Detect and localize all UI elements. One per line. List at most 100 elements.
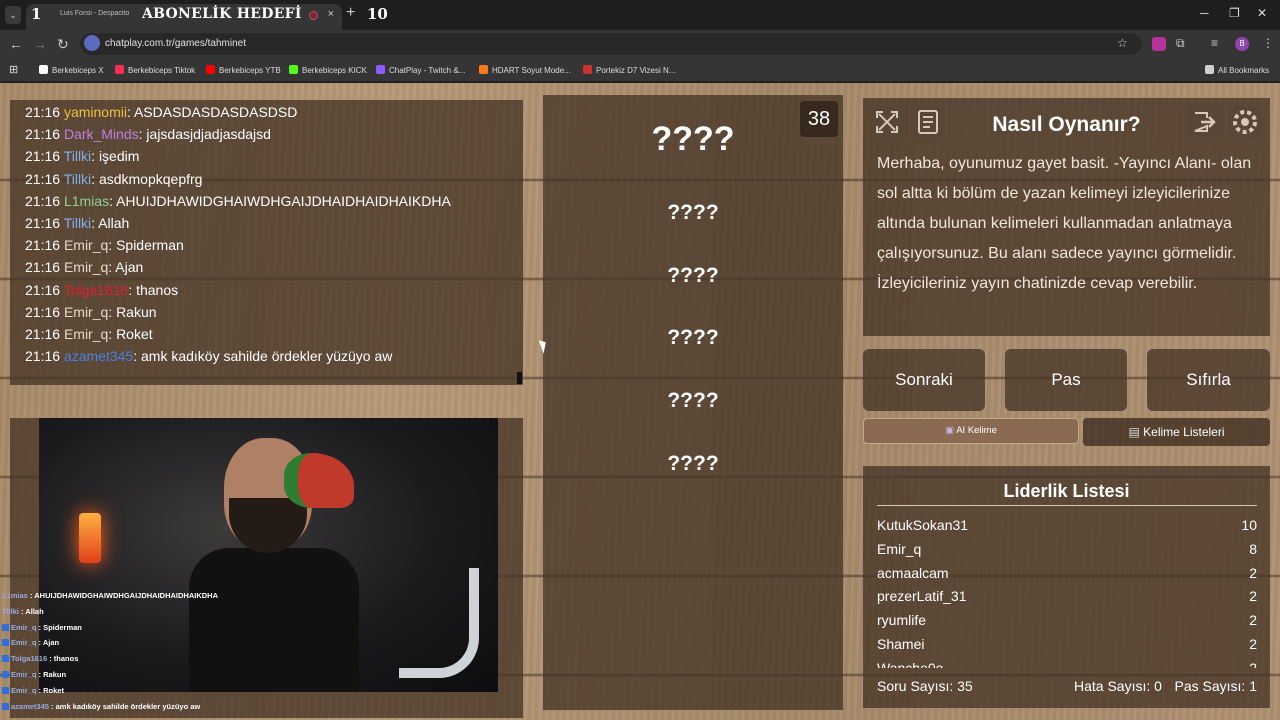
forward-icon[interactable]: →	[33, 36, 47, 52]
player-score: 2	[1249, 659, 1257, 668]
maximize-icon[interactable]: ❐	[1229, 6, 1240, 20]
overlay-chat-user: Tolga1616	[11, 654, 48, 664]
address-bar: ← → ↻ chatplay.com.tr/games/tahminet ☆ ⧉…	[0, 30, 1280, 58]
player-score: 10	[1241, 517, 1257, 533]
player-score: 2	[1249, 588, 1257, 605]
streamer-beard	[229, 498, 307, 553]
bookmark-label: ChatPlay - Twitch &...	[389, 66, 466, 75]
bookmark-item[interactable]: Portekiz D7 Vizesi N...	[583, 65, 675, 75]
bookmark-favicon	[479, 65, 488, 74]
chat-username[interactable]: azamet345	[64, 348, 133, 364]
chat-message: 21:16 Emir_q: Rakun	[25, 304, 157, 320]
overlay-chat-user: Tillki	[2, 606, 19, 616]
chat-username[interactable]: yaminomii	[64, 104, 127, 120]
bookmark-favicon	[289, 65, 298, 74]
minimize-icon[interactable]: ─	[1200, 6, 1209, 20]
chat-time: 21:16	[25, 259, 61, 276]
word-lists-button[interactable]: ▤ Kelime Listeleri	[1083, 418, 1270, 446]
leaderboard-row: ryumlife 2	[877, 612, 1257, 636]
bookmark-item[interactable]: Berkebiceps Tiktok	[115, 65, 195, 75]
overlay-chat-user: Emir_q	[11, 638, 37, 648]
player-score: 2	[1249, 636, 1257, 652]
bookmark-item[interactable]: Berkebiceps X	[39, 65, 104, 75]
player-name: ryumlife	[877, 612, 927, 629]
chat-username[interactable]: Emir_q	[64, 259, 108, 275]
bookmark-item[interactable]: ChatPlay - Twitch &...	[376, 65, 465, 75]
apps-grid-icon[interactable]: ⊞	[9, 63, 18, 76]
overlay-chat-user: Emir_q	[11, 622, 37, 632]
overlay-chat-line: Emir_q : Spiderman	[2, 623, 82, 632]
chat-username[interactable]: Tolga1616	[64, 282, 129, 298]
bookmark-star-icon[interactable]: ☆	[1117, 36, 1128, 50]
chat-message: 21:16 Tillki: işedim	[25, 148, 139, 164]
chat-username[interactable]: Tillki	[64, 171, 91, 187]
exit-icon[interactable]	[1186, 105, 1220, 139]
chat-time: 21:16	[25, 215, 61, 231]
bookmark-label: Berkebiceps X	[52, 66, 104, 75]
reset-button[interactable]: Sıfırla	[1147, 349, 1270, 411]
chat-message: 21:16 yaminomii: ASDASDASDASDASDSD	[25, 104, 297, 120]
bookmark-item[interactable]: HDART Soyut Mode...	[479, 65, 571, 75]
pass-button[interactable]: Pas	[1005, 349, 1127, 411]
chat-message: 21:16 Tolga1616: thanos	[25, 282, 178, 298]
media-control-icon[interactable]: ≡	[1211, 36, 1218, 50]
chat-username[interactable]: Emir_q	[64, 326, 108, 342]
overlay-chat-text: : Spiderman	[36, 622, 82, 632]
player-score: 2	[1249, 564, 1257, 581]
overlay-chat-line: Emir_q : Ajan	[2, 638, 59, 647]
ai-word-button[interactable]: ▣ AI Kelime	[863, 418, 1079, 444]
site-info-icon[interactable]	[84, 35, 100, 51]
leaderboard-row: Shamei 2	[877, 636, 1257, 660]
chat-text: : Spiderman	[108, 237, 184, 254]
close-tab-icon[interactable]: ×	[328, 8, 334, 20]
chat-username[interactable]: Dark_Minds	[64, 126, 139, 142]
extension-icon[interactable]	[1152, 37, 1166, 51]
badge-icon	[2, 702, 9, 710]
how-to-play-text: Merhaba, oyunumuz gayet basit. -Yayıncı …	[877, 155, 1252, 292]
browser-menu-icon[interactable]: ⋮	[1262, 36, 1274, 50]
leaderboard-list: KutukSokan31 10 Emir_q 8 acmaalcam 2 prezerLat…	[863, 512, 1270, 668]
stream-overlay-start-number: 1	[31, 5, 42, 23]
player-name: Emir_q	[877, 540, 922, 557]
badge-icon	[2, 686, 9, 694]
chat-username[interactable]: Tillki	[64, 215, 91, 231]
overlay-chat-text: : AHUIJDHAWIDGHAIWDHGAIJDHAIDHAIDHAIKDHA	[27, 591, 218, 600]
question-count: Soru Sayısı: 35	[877, 678, 973, 694]
chat-username[interactable]: Emir_q	[64, 304, 108, 320]
chat-message: 21:16 Emir_q: Roket	[25, 326, 153, 342]
chat-time: 21:16	[25, 281, 61, 298]
player-score: 8	[1249, 540, 1257, 557]
bookmark-favicon	[39, 65, 48, 74]
next-button[interactable]: Sonraki	[863, 349, 985, 411]
tab-search-button[interactable]: ⌄	[5, 6, 21, 24]
bookmark-item[interactable]: Berkebiceps KICK	[289, 65, 367, 75]
chat-username[interactable]: L1mias	[64, 193, 109, 209]
chat-text: : Ajan	[108, 259, 144, 276]
overlay-chat-text: : Allah	[18, 606, 44, 616]
extensions-puzzle-icon[interactable]: ⧉	[1176, 36, 1185, 51]
chat-text: : asdkmopkqepfrg	[91, 170, 203, 187]
chat-scrollbar[interactable]	[517, 372, 522, 384]
all-bookmarks-button[interactable]: All Bookmarks	[1205, 65, 1269, 75]
forbidden-word: ????	[667, 452, 719, 475]
leaderboard-title: Liderlik Listesi	[1003, 481, 1130, 501]
forbidden-word: ????	[667, 389, 719, 412]
url-text[interactable]: chatplay.com.tr/games/tahminet	[105, 38, 246, 49]
new-tab-button[interactable]: +	[346, 4, 355, 22]
word-lists-label: Kelime Listeleri	[1143, 425, 1225, 439]
bookmark-favicon	[206, 65, 215, 74]
profile-avatar[interactable]: B	[1235, 37, 1249, 51]
webcam-feed	[39, 418, 498, 692]
chat-username[interactable]: Emir_q	[64, 237, 108, 253]
bookmark-item[interactable]: Berkebiceps YTB	[206, 65, 281, 75]
chat-username[interactable]: Tillki	[64, 148, 91, 164]
settings-gear-icon[interactable]	[1228, 105, 1262, 139]
overlay-chat-user: Emir_q	[11, 670, 37, 679]
reload-icon[interactable]: ↻	[57, 36, 69, 53]
window-close-icon[interactable]: ✕	[1257, 6, 1267, 20]
player-name: prezerLatif_31	[877, 588, 967, 605]
overlay-chat-line: Tolga1616 : thanos	[2, 654, 78, 663]
elf-hat	[284, 453, 354, 508]
back-icon[interactable]: ←	[9, 36, 23, 52]
badge-icon	[2, 639, 9, 647]
